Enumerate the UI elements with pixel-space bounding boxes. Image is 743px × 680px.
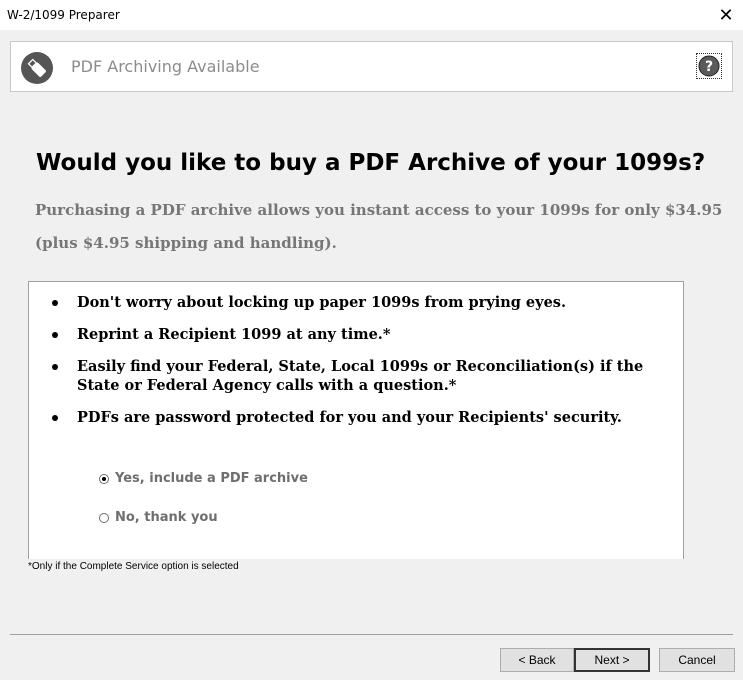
header-banner: PDF Archiving Available ? <box>10 41 733 92</box>
next-button[interactable]: Next > <box>574 648 650 672</box>
title-bar: W-2/1099 Preparer ✕ <box>0 0 743 30</box>
benefits-list: Don't worry about locking up paper 1099s… <box>49 293 669 440</box>
usb-drive-icon <box>21 52 53 84</box>
radio-yes-label: Yes, include a PDF archive <box>115 471 308 486</box>
bullet-icon <box>52 364 58 370</box>
window-title: W-2/1099 Preparer <box>7 8 120 22</box>
radio-selected-icon[interactable] <box>99 473 109 484</box>
cancel-button[interactable]: Cancel <box>659 648 735 672</box>
list-item: Easily find your Federal, State, Local 1… <box>49 357 669 395</box>
back-button[interactable]: < Back <box>500 648 574 672</box>
radio-no-thanks[interactable]: No, thank you <box>99 510 218 525</box>
footnote: *Only if the Complete Service option is … <box>28 561 239 572</box>
banner-title: PDF Archiving Available <box>71 57 260 76</box>
page-headline: Would you like to buy a PDF Archive of y… <box>36 150 706 176</box>
bullet-icon <box>52 415 58 421</box>
radio-no-label: No, thank you <box>115 510 218 525</box>
benefits-panel: Don't worry about locking up paper 1099s… <box>28 281 684 559</box>
radio-yes-archive[interactable]: Yes, include a PDF archive <box>99 471 308 486</box>
svg-text:?: ? <box>705 59 713 75</box>
pricing-description: Purchasing a PDF archive allows you inst… <box>35 201 723 252</box>
bullet-icon <box>52 332 58 338</box>
bullet-icon <box>52 300 58 306</box>
help-icon[interactable]: ? <box>696 53 722 79</box>
list-item: Reprint a Recipient 1099 at any time.* <box>49 325 669 344</box>
list-item: PDFs are password protected for you and … <box>49 408 669 427</box>
footer-divider <box>10 634 733 635</box>
list-item: Don't worry about locking up paper 1099s… <box>49 293 669 312</box>
radio-unselected-icon[interactable] <box>99 512 109 523</box>
close-icon[interactable]: ✕ <box>713 2 739 28</box>
